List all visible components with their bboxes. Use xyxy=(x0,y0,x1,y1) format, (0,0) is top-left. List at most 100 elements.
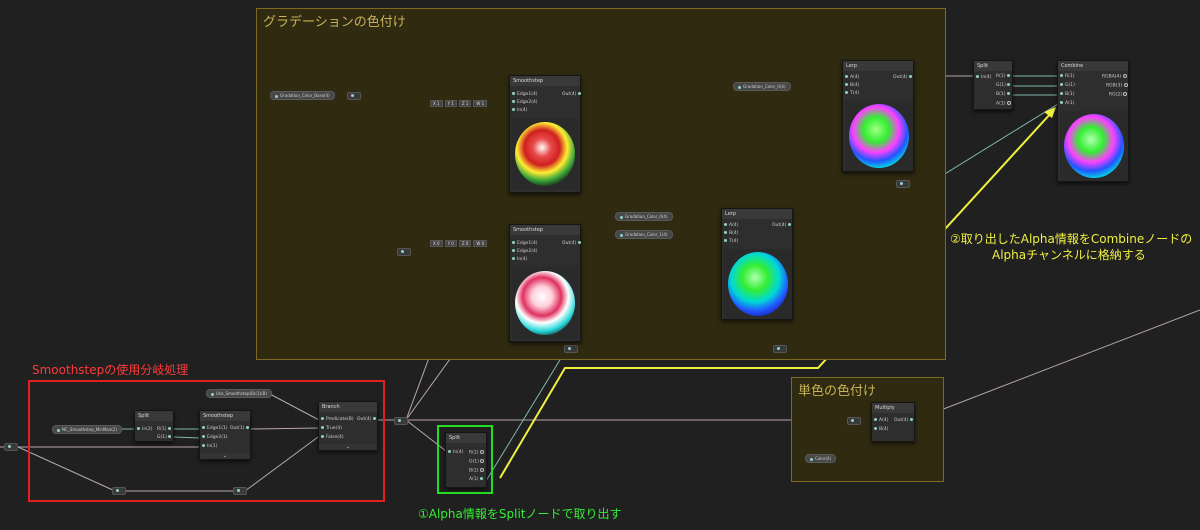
solid-color-group[interactable]: 単色の色付け xyxy=(791,377,944,482)
property-port[interactable] xyxy=(620,233,623,237)
vector-y[interactable]: Y 0 xyxy=(444,240,457,247)
vector-w[interactable]: W 1 xyxy=(473,100,488,107)
color-property[interactable]: Color(4) xyxy=(805,454,837,463)
property-port[interactable] xyxy=(620,215,623,219)
lerp-node-top[interactable]: Lerp A(4) B(4) T(4) Out(4) xyxy=(842,60,914,172)
port-label: Edge2(4) xyxy=(517,249,538,254)
port-label: B(1) xyxy=(996,92,1006,97)
port-label: Out(4) xyxy=(562,92,577,97)
vector-y[interactable]: Y 1 xyxy=(444,100,457,107)
input-port-a[interactable]: A(4) xyxy=(724,223,738,229)
output-port-out[interactable]: Out(4) xyxy=(772,223,793,229)
input-port-t[interactable]: T(4) xyxy=(845,91,859,97)
port-label: A(4) xyxy=(729,223,739,228)
input-port-edge2[interactable]: Edge2(4) xyxy=(512,249,538,255)
reroute-node[interactable] xyxy=(773,345,787,353)
gradation-color-1-property[interactable]: Gradation_Color_1(4) xyxy=(615,230,673,239)
preview-sphere xyxy=(849,104,909,168)
node-title: Lerp xyxy=(846,63,858,69)
preview-sphere xyxy=(728,252,788,316)
port-label: Edge1(4) xyxy=(517,241,538,246)
node-title: Combine xyxy=(1061,63,1084,69)
output-port-a[interactable]: A(1) xyxy=(996,101,1013,108)
port-label: RGBA(4) xyxy=(1102,74,1122,80)
port-label: RGB(3) xyxy=(1106,83,1123,89)
input-port-a[interactable]: A(1) xyxy=(1060,101,1074,107)
connection-wire xyxy=(914,309,1200,421)
vector-z[interactable]: Z 1 xyxy=(458,100,472,107)
combine-node[interactable]: Combine R(1) G(1) B(1) A(1) RGBA(4) RGB(… xyxy=(1057,60,1129,182)
port-label: Out(4) xyxy=(894,418,909,423)
property-label: Color(4) xyxy=(815,456,832,461)
input-port-b[interactable]: B(1) xyxy=(1060,92,1074,98)
split-node-top[interactable]: Split In(4) R(1) G(1) B(1) A(1) xyxy=(973,60,1013,110)
port-label: B(1) xyxy=(1065,92,1075,97)
output-port-rgba[interactable]: RGBA(4) xyxy=(1102,74,1129,81)
port-label: G(1) xyxy=(1065,83,1075,88)
preview-sphere xyxy=(515,271,575,335)
input-port-t[interactable]: T(4) xyxy=(724,239,738,245)
input-port-edge1[interactable]: Edge1(4) xyxy=(512,241,538,247)
node-title: Smoothstep xyxy=(513,78,544,84)
gradation-color-0-property[interactable]: Gradation_Color_0(4) xyxy=(733,82,791,91)
property-port[interactable] xyxy=(275,94,278,98)
output-port-r[interactable]: R(1) xyxy=(996,74,1012,80)
output-port-out[interactable]: Out(4) xyxy=(894,418,915,424)
port-label: B(4) xyxy=(729,231,739,236)
property-label: Gradation_Color_Base(4) xyxy=(280,93,330,98)
reroute-node[interactable] xyxy=(847,417,861,425)
property-port[interactable] xyxy=(738,85,741,89)
output-port-rgb[interactable]: RGB(3) xyxy=(1106,83,1130,90)
reroute-node[interactable] xyxy=(4,443,18,451)
node-title: Lerp xyxy=(725,211,737,217)
output-port-rg[interactable]: RG(2) xyxy=(1109,92,1129,99)
lerp-node-bottom[interactable]: Lerp A(4) B(4) T(4) Out(4) xyxy=(721,208,793,320)
property-port[interactable] xyxy=(810,457,813,461)
port-label: Out(4) xyxy=(893,75,908,80)
reroute-node[interactable] xyxy=(896,180,910,188)
input-port-in[interactable]: In(4) xyxy=(512,257,528,263)
smoothstep-node-top[interactable]: Smoothstep Edge1(4) Edge2(4) In(4) Out(4… xyxy=(509,75,581,193)
node-preview xyxy=(512,267,578,339)
input-port-b[interactable]: B(4) xyxy=(874,427,888,433)
property-label: Gradation_Color_0(4) xyxy=(743,84,786,89)
input-port-r[interactable]: R(1) xyxy=(1060,74,1075,80)
gradation-color-base-property[interactable]: Gradation_Color_Base(4) xyxy=(270,91,335,100)
input-port-edge2[interactable]: Edge2(4) xyxy=(512,100,538,106)
port-label: A(1) xyxy=(1065,101,1075,106)
reroute-node[interactable] xyxy=(397,248,411,256)
input-port-a[interactable]: A(4) xyxy=(845,75,859,81)
output-port-b[interactable]: B(1) xyxy=(996,92,1012,98)
output-port-out[interactable]: Out(4) xyxy=(562,241,583,247)
reroute-node[interactable] xyxy=(347,92,361,100)
reroute-node[interactable] xyxy=(564,345,578,353)
vector-z[interactable]: Z 0 xyxy=(458,240,472,247)
input-port-b[interactable]: B(4) xyxy=(845,83,859,89)
port-label: RG(2) xyxy=(1109,92,1122,98)
port-label: B(4) xyxy=(879,427,889,432)
port-label: Out(4) xyxy=(562,241,577,246)
smoothstep-node-bottom[interactable]: Smoothstep Edge1(4) Edge2(4) In(4) Out(4… xyxy=(509,224,581,342)
input-port-a[interactable]: A(4) xyxy=(874,418,888,424)
input-port-edge1[interactable]: Edge1(4) xyxy=(512,92,538,98)
combine-annotation-label-2: Alphaチャンネルに格納する xyxy=(992,248,1146,262)
reroute-node[interactable] xyxy=(394,417,408,425)
output-port-out[interactable]: Out(4) xyxy=(893,75,914,81)
output-port-g[interactable]: G(1) xyxy=(996,83,1012,89)
vector-x[interactable]: X 0 xyxy=(430,240,443,247)
multiply-node[interactable]: Multiply A(4) B(4) Out(4) xyxy=(871,402,915,442)
vector-w[interactable]: W 0 xyxy=(473,240,488,247)
property-label: Gradation_Color_1(4) xyxy=(625,232,668,237)
input-port-in[interactable]: In(4) xyxy=(976,75,992,81)
gradation-color-0b-property[interactable]: Gradation_Color_0(4) xyxy=(615,212,673,221)
vector-x[interactable]: X 1 xyxy=(430,100,443,107)
output-port-out[interactable]: Out(4) xyxy=(562,92,583,98)
input-port-b[interactable]: B(4) xyxy=(724,231,738,237)
property-label: Gradation_Color_0(4) xyxy=(625,214,668,219)
vector-input-top[interactable]: X 1Y 1Z 1W 1 xyxy=(430,100,489,107)
node-title: Multiply xyxy=(875,405,895,411)
input-port-in[interactable]: In(4) xyxy=(512,108,528,114)
port-label: In(4) xyxy=(517,257,528,262)
vector-input-bottom[interactable]: X 0Y 0Z 0W 0 xyxy=(430,240,489,247)
input-port-g[interactable]: G(1) xyxy=(1060,83,1075,89)
